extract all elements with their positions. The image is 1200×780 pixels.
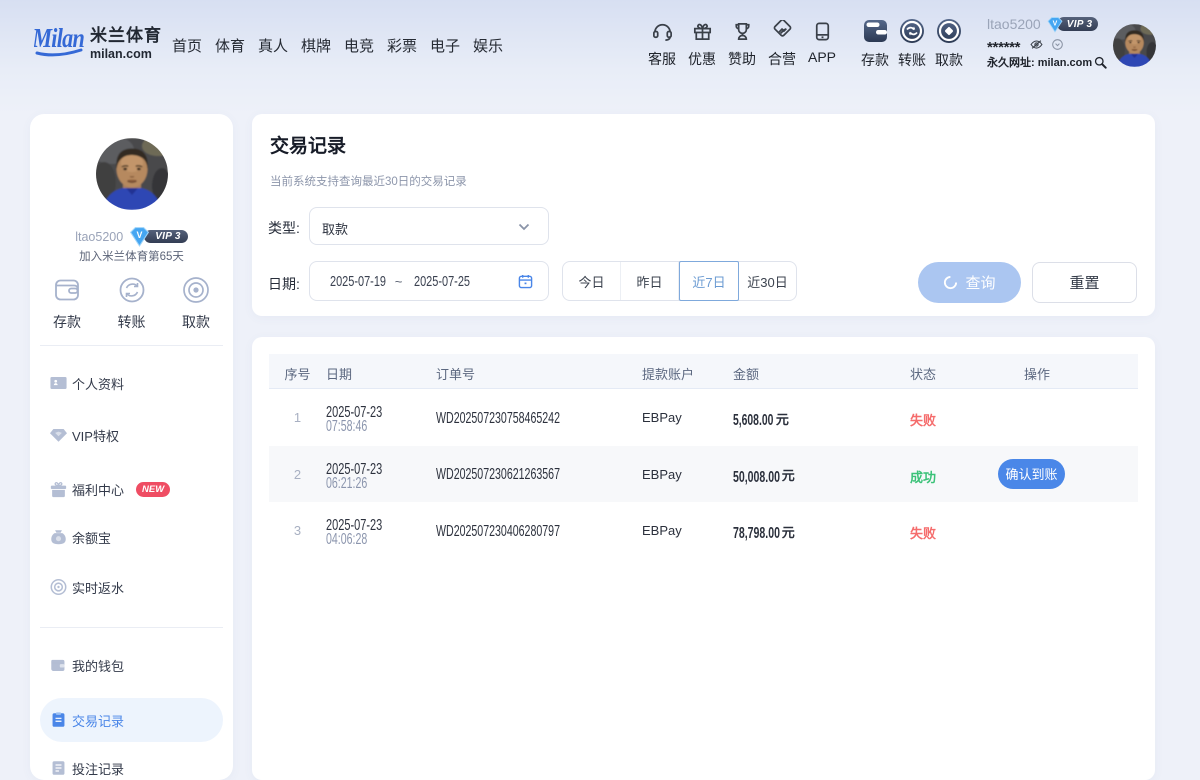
svg-text:V: V: [137, 230, 143, 240]
svg-text:V: V: [1052, 20, 1057, 27]
svg-text:Milan: Milan: [34, 24, 85, 54]
